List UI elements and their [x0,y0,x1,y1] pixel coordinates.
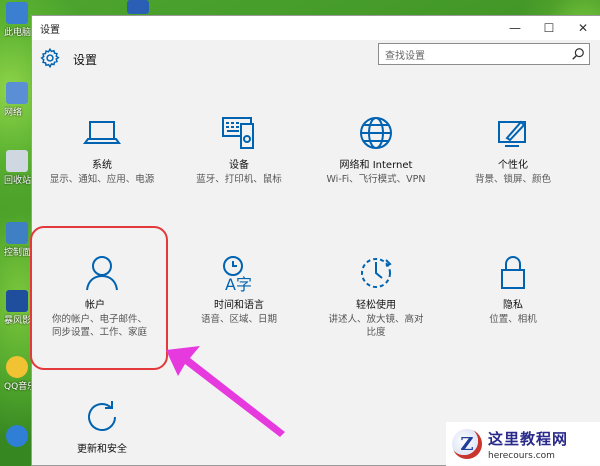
desktop-icon-recycle-bin[interactable]: 回收站 [4,150,31,186]
watermark: Z 这里教程网 herecours.com [446,422,600,466]
paint-icon [498,120,526,147]
word-icon [127,0,149,14]
tile-name: 系统 [92,160,112,171]
tile-description: Wi-Fi、飞行模式、VPN [326,174,426,185]
highlight-frame [30,226,168,370]
tile-devices[interactable]: 设备 蓝牙、打印机、鼠标 [174,114,304,186]
desktop-icon-app[interactable] [4,425,30,447]
desktop-icon-control-panel[interactable]: 控制面板 [4,222,34,258]
tile-ease-of-access[interactable]: 轻松使用 讲述人、放大镜、高对比度 [311,254,441,339]
tile-network[interactable]: 网络和 Internet Wi-Fi、飞行模式、VPN [311,114,441,186]
svg-text:A字: A字 [225,275,252,292]
maximize-button[interactable]: ☐ [532,16,566,40]
tile-description: 背景、锁屏、颜色 [474,174,551,185]
tile-name: 时间和语言 [214,300,264,311]
desktop-icon-this-pc[interactable]: 此电脑 [4,2,31,38]
tile-name: 更新和安全 [77,444,127,455]
gear-icon [40,47,60,69]
app-icon [6,425,28,447]
tile-description: 讲述人、放大镜、高对比度 [328,314,424,338]
watermark-logo: Z [452,429,482,459]
tile-description: 蓝牙、打印机、鼠标 [196,174,282,185]
recycle-bin-icon [6,150,28,172]
search-icon[interactable] [571,47,585,61]
network-icon [6,82,28,104]
watermark-url: herecours.com [488,450,555,461]
laptop-icon [83,121,121,144]
tile-name: 个性化 [498,160,528,171]
video-player-icon [6,290,28,312]
control-panel-icon [6,222,28,244]
tile-description: 显示、通知、应用、电源 [49,174,155,185]
search-input[interactable] [379,46,559,67]
ease-of-access-icon [361,258,392,288]
tile-name: 隐私 [503,300,523,311]
window-title: 设置 [40,24,60,36]
tile-personalization[interactable]: 个性化 背景、锁屏、颜色 [448,114,578,186]
lock-icon [501,256,525,289]
tile-privacy[interactable]: 隐私 位置、相机 [448,254,578,326]
music-icon [6,356,28,378]
desktop-icon-network[interactable]: 网络 [4,82,30,118]
update-icon [88,401,116,431]
title-bar[interactable]: 设置 — ☐ ✕ [32,16,600,40]
computer-icon [6,2,28,24]
desktop-icon-qq-music[interactable]: QQ音乐 [4,356,34,392]
page-title: 设置 [73,53,98,67]
search-box[interactable] [378,43,590,67]
tile-name: 轻松使用 [356,300,396,311]
close-button[interactable]: ✕ [566,16,600,40]
globe-icon [360,117,392,149]
devices-icon [222,117,254,149]
desktop-icon-storm[interactable]: 暴风影音 [4,290,34,326]
tile-description: 位置、相机 [489,314,537,325]
tile-update-security[interactable]: 更新和安全 [37,398,167,455]
arrow-annotation [166,346,285,437]
tile-time-language[interactable]: A字 时间和语言 语音、区域、日期 [174,254,304,326]
desktop-icon-word[interactable] [125,0,151,14]
watermark-name: 这里教程网 [488,429,569,448]
time-language-icon: A字 [223,256,252,292]
tile-name: 网络和 Internet [339,160,413,171]
tile-name: 设备 [229,160,249,171]
tile-system[interactable]: 系统 显示、通知、应用、电源 [37,114,167,186]
tile-description: 语音、区域、日期 [200,314,277,325]
minimize-button[interactable]: — [498,16,532,40]
